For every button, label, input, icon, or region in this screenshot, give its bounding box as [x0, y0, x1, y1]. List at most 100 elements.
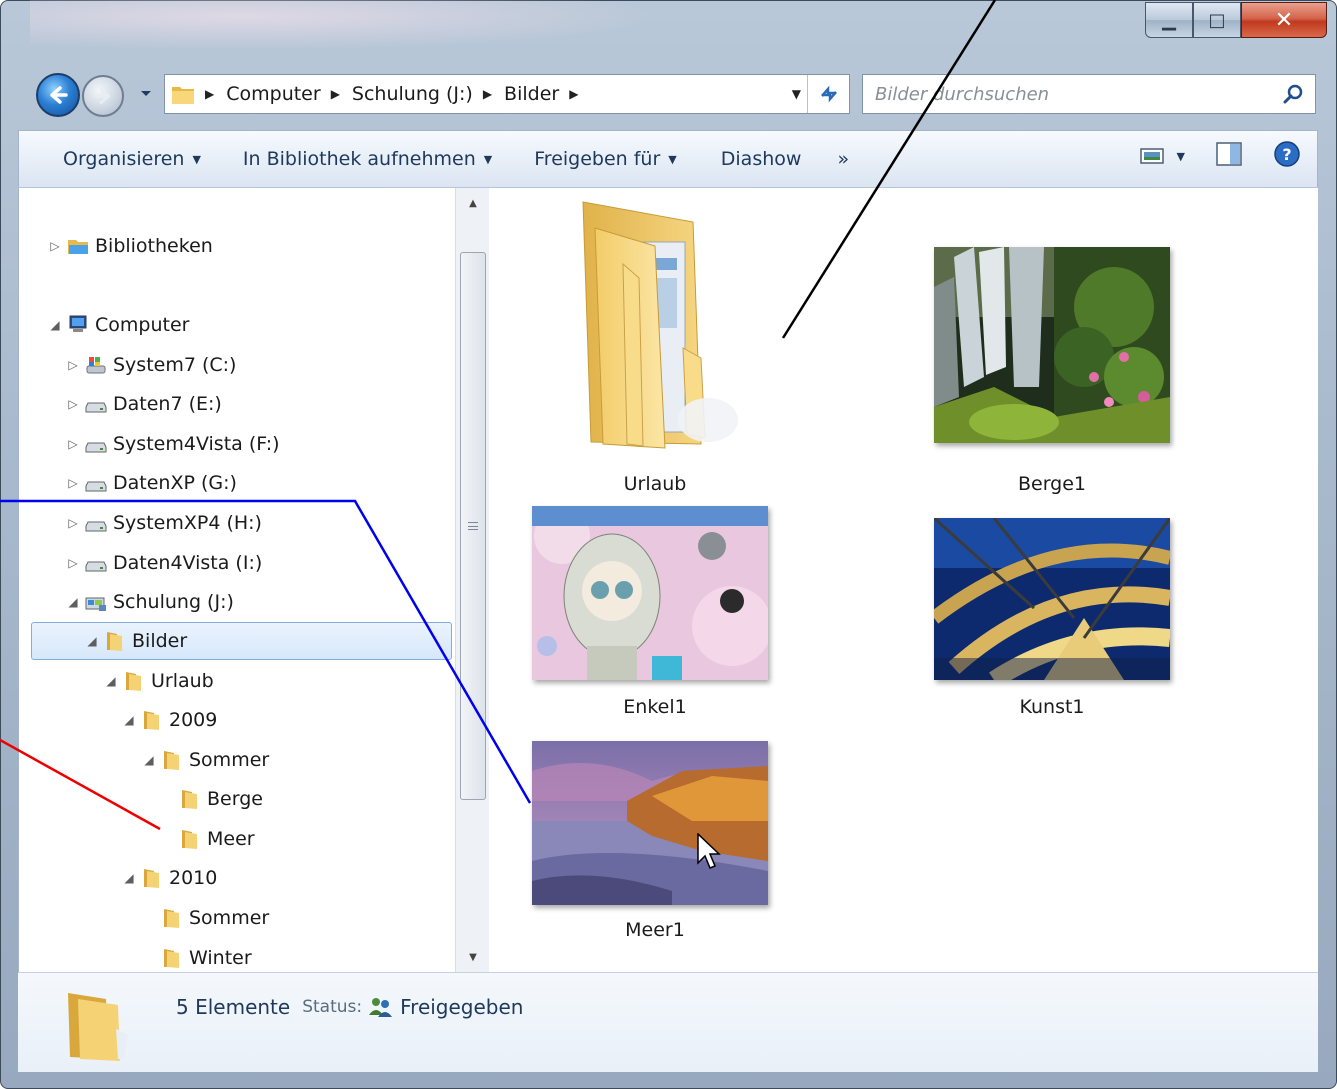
file-list: Urlaub Berge1 Enkel1 Kunst1 Meer1 — [489, 188, 1318, 972]
chevron-down-icon[interactable]: ▼ — [1177, 150, 1185, 163]
collapse-icon[interactable]: ◢ — [65, 595, 81, 609]
scroll-down-icon[interactable]: ▼ — [456, 942, 490, 972]
expand-icon[interactable]: ▷ — [65, 516, 81, 530]
back-button[interactable] — [36, 73, 80, 117]
slideshow-button[interactable]: Diashow — [713, 139, 810, 179]
tree-label: DatenXP (G:) — [113, 472, 237, 494]
expand-icon[interactable]: ▷ — [65, 397, 81, 411]
explorer-window: ▁ □ ✕ ▶ Computer ▶ Schulung (J:) ▶ Bilde… — [0, 0, 1337, 1089]
expand-icon[interactable]: ▷ — [47, 239, 63, 253]
file-item-image[interactable]: Enkel1 — [525, 503, 785, 733]
address-bar[interactable]: ▶ Computer ▶ Schulung (J:) ▶ Bilder ▶ ▼ — [164, 74, 850, 114]
breadcrumb-folder[interactable]: Bilder — [504, 83, 559, 105]
tree-item-folder[interactable]: Sommer — [141, 899, 269, 937]
address-dropdown[interactable]: ▼ — [792, 87, 801, 101]
tree-item-libraries[interactable]: ▷ Bibliotheken — [47, 227, 212, 265]
recent-pages-dropdown[interactable] — [138, 86, 154, 102]
tree-label: 2009 — [169, 709, 218, 731]
nav-scrollbar[interactable]: ▲ ▼ — [455, 188, 489, 972]
tree-item-folder[interactable]: ◢ 2010 — [121, 859, 217, 897]
tree-item-folder[interactable]: Winter — [141, 939, 252, 972]
folder-icon — [144, 869, 159, 888]
expand-icon[interactable]: ▷ — [65, 358, 81, 372]
tree-item-drive[interactable]: ◢ Schulung (J:) — [65, 583, 234, 621]
more-commands-button[interactable]: » — [829, 139, 857, 179]
expand-icon[interactable]: ▷ — [65, 556, 81, 570]
details-pane: 5 Elemente Status: Freigegeben — [18, 972, 1318, 1072]
tree-item-drive[interactable]: ▷ System4Vista (F:) — [65, 425, 280, 463]
tree-item-folder[interactable]: Meer — [159, 820, 255, 858]
back-arrow-icon — [50, 86, 68, 104]
collapse-icon[interactable]: ◢ — [121, 871, 137, 885]
add-library-label: In Bibliothek aufnehmen — [242, 148, 476, 170]
tree-item-folder-selected[interactable]: ◢ Bilder — [31, 622, 452, 660]
collapse-icon[interactable]: ◢ — [103, 674, 119, 688]
hard-drive-icon — [85, 481, 107, 492]
file-item-image[interactable]: Kunst1 — [922, 503, 1182, 733]
tree-item-computer[interactable]: ◢ Computer — [47, 306, 189, 344]
collapse-icon[interactable]: ◢ — [121, 713, 137, 727]
tree-item-drive[interactable]: ▷ Daten4Vista (I:) — [65, 544, 262, 582]
file-label: Kunst1 — [1019, 696, 1085, 718]
collapse-icon[interactable]: ◢ — [47, 318, 63, 332]
collapse-icon[interactable]: ◢ — [141, 753, 157, 767]
maximize-button[interactable]: □ — [1193, 2, 1241, 38]
file-item-image[interactable]: Meer1 — [525, 738, 785, 968]
tree-item-drive[interactable]: ▷ SystemXP4 (H:) — [65, 504, 262, 542]
collapse-icon[interactable]: ◢ — [84, 634, 100, 648]
breadcrumb-drive[interactable]: Schulung (J:) — [352, 83, 473, 105]
tree-label: System4Vista (F:) — [113, 433, 280, 455]
tree-item-drive[interactable]: ▷ System7 (C:) — [65, 346, 236, 384]
breadcrumb-separator[interactable]: ▶ — [483, 87, 492, 101]
tree-item-drive[interactable]: ▷ Daten7 (E:) — [65, 385, 221, 423]
file-item-image[interactable]: Berge1 — [922, 198, 1182, 498]
scroll-up-icon[interactable]: ▲ — [456, 188, 490, 218]
breadcrumb-separator[interactable]: ▶ — [331, 87, 340, 101]
scroll-thumb[interactable] — [460, 252, 486, 800]
tree-item-folder[interactable]: Berge — [159, 780, 263, 818]
tree-label: Computer — [95, 314, 190, 336]
libraries-icon — [68, 240, 88, 254]
sea-thumbnail-icon — [532, 741, 768, 905]
search-icon[interactable] — [1283, 83, 1305, 105]
share-with-menu[interactable]: Freigeben für ▼ — [526, 139, 685, 179]
tree-label: Bilder — [132, 630, 188, 652]
hard-drive-icon — [85, 561, 107, 572]
forward-button[interactable] — [82, 75, 124, 117]
cartoon-thumbnail-icon — [532, 506, 768, 680]
expand-icon[interactable]: ▷ — [65, 437, 81, 451]
tree-label: Daten4Vista (I:) — [113, 552, 263, 574]
tree-item-folder[interactable]: ◢ 2009 — [121, 701, 217, 739]
tree-item-folder[interactable]: ◢ Sommer — [141, 741, 269, 779]
file-label: Meer1 — [625, 919, 685, 941]
tree-item-folder[interactable]: ◢ Urlaub — [103, 662, 213, 700]
folder-icon — [164, 909, 179, 928]
organize-menu[interactable]: Organisieren ▼ — [55, 139, 209, 179]
expand-icon[interactable]: ▷ — [65, 476, 81, 490]
close-button[interactable]: ✕ — [1241, 2, 1327, 38]
refresh-icon — [820, 85, 837, 103]
refresh-button[interactable] — [807, 75, 849, 113]
change-view-button[interactable]: ▼ — [1139, 146, 1185, 166]
chevron-down-icon: ▼ — [192, 152, 201, 166]
file-item-folder[interactable]: Urlaub — [525, 198, 785, 498]
tree-item-drive[interactable]: ▷ DatenXP (G:) — [65, 464, 237, 502]
share-label: Freigeben für — [534, 148, 661, 170]
details-summary: 5 Elemente Status: Freigegeben — [176, 995, 523, 1019]
add-to-library-menu[interactable]: In Bibliothek aufnehmen ▼ — [235, 139, 500, 179]
slideshow-label: Diashow — [720, 148, 802, 170]
chevron-down-icon: ▼ — [668, 152, 677, 166]
breadcrumb-computer[interactable]: Computer — [226, 83, 320, 105]
search-input[interactable]: Bilder durchsuchen — [862, 74, 1316, 114]
caption-buttons: ▁ □ ✕ — [1145, 2, 1327, 40]
file-label: Enkel1 — [623, 696, 687, 718]
file-label: Berge1 — [1017, 473, 1087, 495]
help-button[interactable]: ? — [1273, 140, 1301, 172]
breadcrumb-separator[interactable]: ▶ — [569, 87, 578, 101]
preview-pane-button[interactable] — [1215, 141, 1243, 171]
breadcrumb-separator[interactable]: ▶ — [205, 87, 214, 101]
minimize-button[interactable]: ▁ — [1145, 2, 1193, 38]
mouse-cursor-icon — [697, 833, 721, 869]
more-label: » — [837, 148, 850, 170]
waterfall-thumbnail-icon — [934, 247, 1170, 443]
